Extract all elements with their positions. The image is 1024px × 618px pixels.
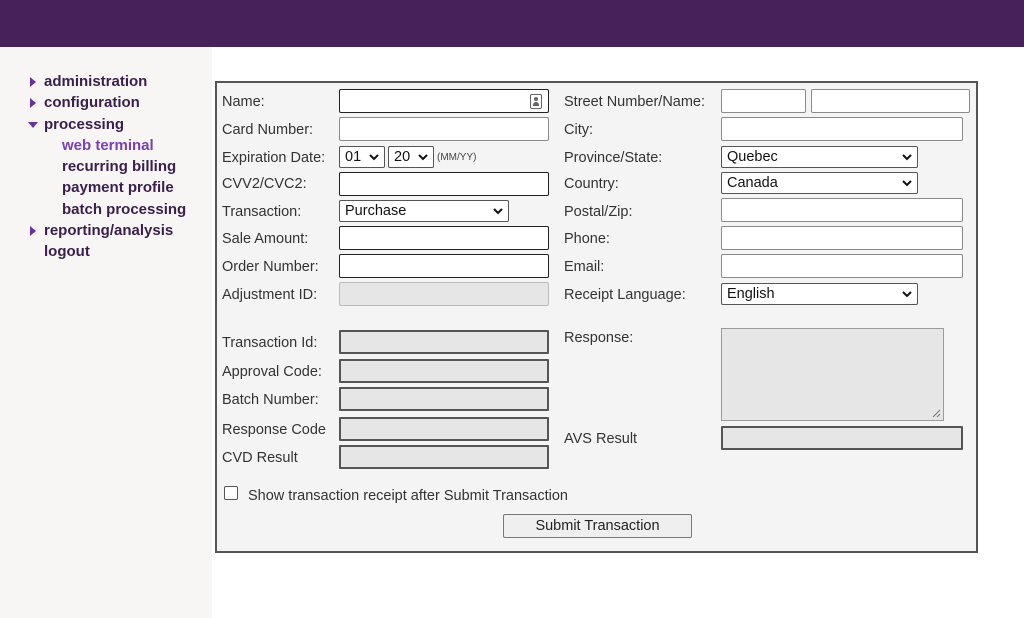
approval-code-label: Approval Code: xyxy=(222,364,322,380)
nav-item-label: processing xyxy=(44,115,125,133)
sidebar: administration configuration processing … xyxy=(0,47,212,618)
transaction-id-label: Transaction Id: xyxy=(222,335,318,351)
response-code-output xyxy=(339,417,549,441)
city-label: City: xyxy=(564,122,593,138)
expiration-year-value: 20 xyxy=(394,149,411,165)
cvv-label: CVV2/CVC2: xyxy=(222,176,307,192)
cvd-result-output xyxy=(339,445,549,469)
order-number-label: Order Number: xyxy=(222,259,319,275)
collapse-arrow-icon xyxy=(28,114,42,135)
city-input[interactable] xyxy=(721,117,963,141)
province-label: Province/State: xyxy=(564,150,663,166)
expiration-year-select[interactable]: 20 xyxy=(388,146,434,168)
chevron-down-icon xyxy=(902,291,912,298)
chevron-down-icon xyxy=(902,154,912,161)
chevron-down-icon xyxy=(369,154,379,161)
nav-item-label: logout xyxy=(44,243,90,261)
expiration-month-value: 01 xyxy=(345,149,362,165)
avs-result-label: AVS Result xyxy=(564,431,638,447)
nav-subitem-payment-profile[interactable]: payment profile xyxy=(28,177,186,198)
nav-subitem-batch-processing[interactable]: batch processing xyxy=(28,199,186,220)
sale-amount-label: Sale Amount: xyxy=(222,231,309,247)
postal-input[interactable] xyxy=(721,198,963,222)
cvv-input[interactable] xyxy=(339,172,549,196)
email-input[interactable] xyxy=(721,254,963,278)
adjustment-id-input[interactable] xyxy=(339,282,549,306)
chevron-down-icon xyxy=(418,154,428,161)
expand-arrow-icon xyxy=(28,220,42,241)
nav-item-label: administration xyxy=(44,73,148,90)
nav-item-reporting-analysis[interactable]: reporting/analysis xyxy=(28,220,186,241)
nav-item-administration[interactable]: administration xyxy=(28,71,186,92)
chevron-down-icon xyxy=(902,180,912,187)
response-code-label: Response Code xyxy=(222,422,326,438)
web-terminal-form: Name: Card Number: Expiration Date: 01 2… xyxy=(215,81,978,553)
receipt-language-select[interactable]: English xyxy=(721,283,918,305)
sidebar-nav: administration configuration processing … xyxy=(28,71,186,263)
contact-card-icon[interactable] xyxy=(530,94,542,109)
nav-subitem-web-terminal[interactable]: web terminal xyxy=(28,135,186,156)
nav-subitem-recurring-billing[interactable]: recurring billing xyxy=(28,156,186,177)
receipt-language-label: Receipt Language: xyxy=(564,287,686,303)
approval-code-output xyxy=(339,359,549,383)
transaction-id-output xyxy=(339,330,549,354)
name-label: Name: xyxy=(222,94,265,110)
transaction-type-value: Purchase xyxy=(345,203,407,219)
cvd-result-label: CVD Result xyxy=(222,450,298,466)
street-name-input[interactable] xyxy=(811,89,970,113)
expiration-date-label: Expiration Date: xyxy=(222,150,326,166)
email-label: Email: xyxy=(564,259,605,275)
nav-item-label: reporting/analysis xyxy=(44,222,174,240)
country-label: Country: xyxy=(564,176,619,192)
country-value: Canada xyxy=(727,175,778,191)
nav-item-configuration[interactable]: configuration xyxy=(28,92,186,113)
expiration-format-hint: (MM/YY) xyxy=(437,152,477,163)
order-number-input[interactable] xyxy=(339,254,549,278)
batch-number-output xyxy=(339,387,549,411)
transaction-type-select[interactable]: Purchase xyxy=(339,200,509,222)
nav-item-label: configuration xyxy=(44,94,140,112)
chevron-down-icon xyxy=(493,208,503,215)
response-label: Response: xyxy=(564,330,634,346)
show-receipt-checkbox[interactable] xyxy=(224,486,238,500)
country-select[interactable]: Canada xyxy=(721,172,918,194)
receipt-language-value: English xyxy=(727,286,775,302)
sale-amount-input[interactable] xyxy=(339,226,549,250)
submit-transaction-button[interactable]: Submit Transaction xyxy=(503,514,692,538)
expand-arrow-icon xyxy=(28,92,42,113)
response-textarea[interactable] xyxy=(721,328,944,421)
transaction-label: Transaction: xyxy=(222,204,302,220)
postal-label: Postal/Zip: xyxy=(564,204,633,220)
batch-number-label: Batch Number: xyxy=(222,392,319,408)
card-number-label: Card Number: xyxy=(222,122,314,138)
street-label: Street Number/Name: xyxy=(564,94,706,110)
phone-input[interactable] xyxy=(721,226,963,250)
expiration-month-select[interactable]: 01 xyxy=(339,146,385,168)
resize-grip-icon[interactable] xyxy=(932,409,941,418)
province-select[interactable]: Quebec xyxy=(721,146,918,168)
avs-result-output xyxy=(721,426,963,450)
adjustment-id-label: Adjustment ID: xyxy=(222,287,318,303)
province-value: Quebec xyxy=(727,149,778,165)
nav-item-logout[interactable]: logout xyxy=(28,241,186,262)
expand-arrow-icon xyxy=(28,71,42,92)
card-number-input[interactable] xyxy=(339,117,549,141)
show-receipt-label: Show transaction receipt after Submit Tr… xyxy=(248,488,568,504)
nav-item-processing[interactable]: processing xyxy=(28,114,186,135)
street-number-input[interactable] xyxy=(721,89,806,113)
top-banner xyxy=(0,0,1024,47)
name-input[interactable] xyxy=(339,89,549,113)
phone-label: Phone: xyxy=(564,231,610,247)
